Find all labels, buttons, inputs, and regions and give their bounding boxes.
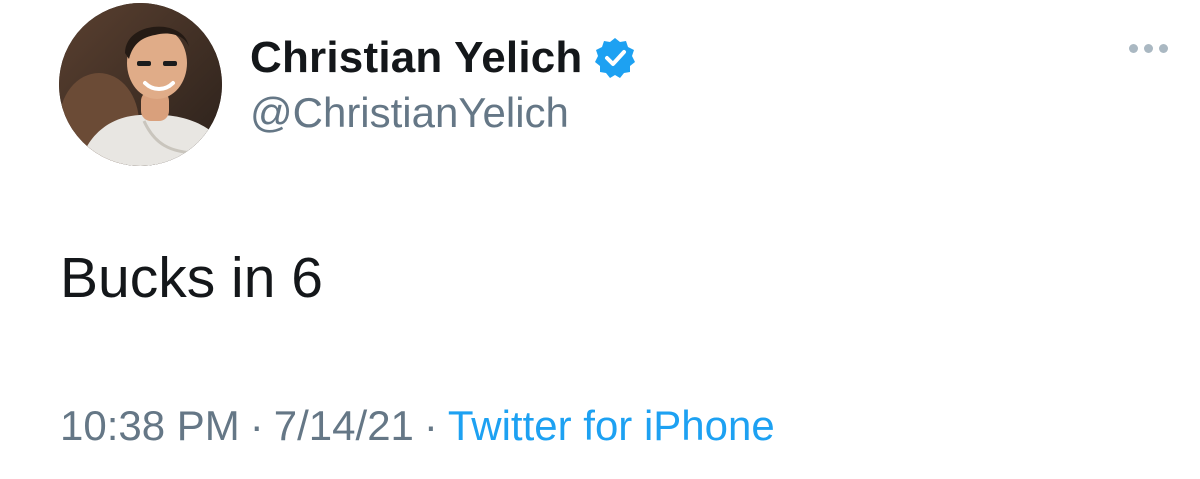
tweet-source-link[interactable]: Twitter for iPhone <box>448 402 775 449</box>
tweet-text: Bucks in 6 <box>60 246 323 310</box>
avatar[interactable] <box>59 3 222 166</box>
more-options-icon[interactable] <box>1129 44 1168 53</box>
more-dot <box>1144 44 1153 53</box>
meta-separator: · <box>249 402 264 449</box>
display-name[interactable]: Christian Yelich <box>250 36 583 80</box>
profile-photo-icon <box>59 3 222 166</box>
more-dot <box>1129 44 1138 53</box>
tweet-meta: 10:38 PM · 7/14/21 · Twitter for iPhone <box>60 405 775 447</box>
tweet-date[interactable]: 7/14/21 <box>274 402 414 449</box>
author-name-row: Christian Yelich <box>250 28 637 88</box>
more-dot <box>1159 44 1168 53</box>
author-handle[interactable]: @ChristianYelich <box>250 92 569 134</box>
tweet-time[interactable]: 10:38 PM <box>60 402 240 449</box>
tweet-card: Christian Yelich @ChristianYelich Bucks … <box>0 0 1200 479</box>
verified-badge-icon <box>593 36 637 80</box>
meta-separator: · <box>423 402 438 449</box>
